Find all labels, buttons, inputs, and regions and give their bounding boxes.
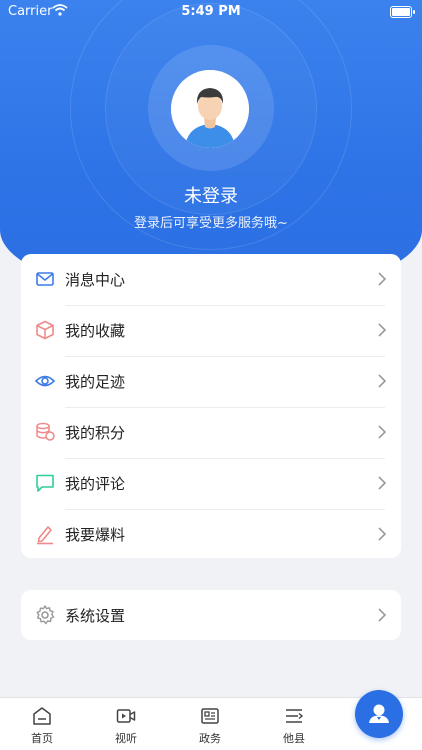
menu-item-comments[interactable]: 我的评论	[21, 458, 401, 509]
menu-item-label: 我要爆料	[65, 526, 126, 544]
settings-label: 系统设置	[65, 607, 126, 625]
avatar[interactable]	[171, 70, 249, 148]
tab-counties[interactable]: 他县	[252, 698, 336, 750]
status-bar: Carrier 5:49 PM	[0, 0, 422, 24]
menu-item-label: 我的足迹	[65, 373, 126, 391]
tab-label: 政务	[199, 732, 221, 745]
tab-government[interactable]: 政务	[168, 698, 252, 750]
chevron-right-icon	[378, 272, 387, 286]
menu-icon	[286, 709, 304, 723]
comment-icon	[36, 474, 54, 492]
menu-item-points[interactable]: 我的积分	[21, 407, 401, 458]
coins-icon	[36, 422, 55, 441]
tab-label: 他县	[283, 732, 305, 745]
tab-bar: 首页 视听 政务 他县	[0, 690, 422, 750]
tab-video[interactable]: 视听	[84, 698, 168, 750]
chevron-right-icon	[378, 608, 387, 622]
tab-profile[interactable]	[355, 690, 403, 738]
menu-card: 消息中心 我的收藏 我的足迹 我的积分 我的评论 我要爆料	[21, 254, 401, 558]
eye-icon	[34, 375, 56, 387]
chevron-right-icon	[378, 527, 387, 541]
clock: 5:49 PM	[181, 4, 241, 19]
avatar-person-icon	[171, 70, 249, 148]
settings-card: 系统设置	[21, 590, 401, 640]
profile-icon	[369, 704, 389, 723]
news-icon	[201, 708, 219, 724]
box-icon	[36, 320, 54, 340]
chevron-right-icon	[378, 476, 387, 490]
gear-icon	[36, 605, 55, 625]
menu-item-favorites[interactable]: 我的收藏	[21, 305, 401, 356]
menu-item-label: 我的评论	[65, 475, 126, 493]
chevron-right-icon	[378, 374, 387, 388]
video-icon	[116, 709, 136, 723]
login-tip: 登录后可享受更多服务哦~	[134, 216, 288, 231]
menu-item-footprints[interactable]: 我的足迹	[21, 356, 401, 407]
menu-item-messages[interactable]: 消息中心	[21, 254, 401, 305]
menu-item-tipoff[interactable]: 我要爆料	[21, 509, 401, 560]
mail-icon	[36, 272, 54, 286]
menu-item-label: 我的收藏	[65, 322, 126, 340]
login-status[interactable]: 未登录	[0, 182, 422, 208]
tab-label: 视听	[115, 732, 137, 745]
tab-label: 首页	[31, 732, 53, 745]
menu-item-label: 我的积分	[65, 424, 126, 442]
menu-item-settings[interactable]: 系统设置	[21, 590, 401, 641]
home-icon	[33, 707, 51, 725]
chevron-right-icon	[378, 425, 387, 439]
pencil-icon	[37, 526, 53, 545]
battery-icon	[390, 6, 415, 18]
menu-item-label: 消息中心	[65, 271, 126, 289]
tab-home[interactable]: 首页	[0, 698, 84, 750]
chevron-right-icon	[378, 323, 387, 337]
